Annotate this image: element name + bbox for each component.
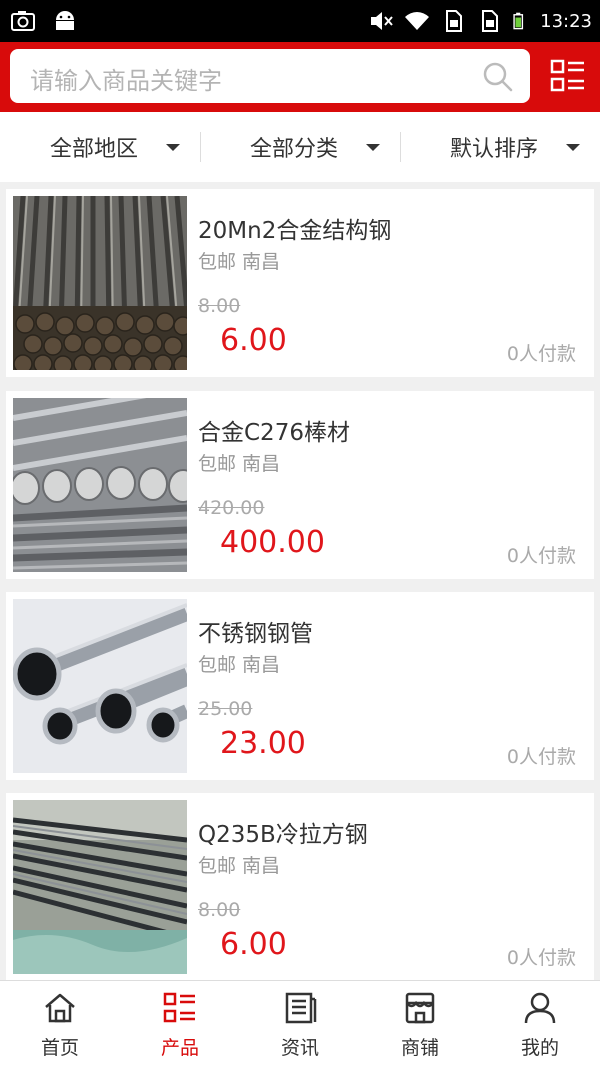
product-paid-count: 0人付款 [506, 343, 576, 365]
category-menu-icon[interactable] [550, 58, 586, 94]
filter-sort[interactable]: 默认排序 [450, 112, 581, 182]
nav-shop[interactable]: 商铺 [360, 981, 480, 1067]
search-icon[interactable] [482, 61, 514, 93]
product-shipping: 包邮 南昌 [198, 453, 281, 475]
filter-bar: 全部地区 全部分类 默认排序 [0, 112, 600, 182]
product-shipping: 包邮 南昌 [198, 251, 281, 273]
product-price: 400.00 [220, 525, 325, 560]
status-bar: 13:23 [0, 0, 600, 42]
product-grid-icon [163, 992, 195, 1023]
nav-products-label: 产品 [160, 1037, 199, 1059]
product-paid-count: 0人付款 [506, 947, 576, 969]
product-price: 23.00 [220, 726, 306, 761]
product-image[interactable] [13, 599, 187, 773]
chevron-down-icon [566, 143, 581, 151]
filter-category-label: 全部分类 [250, 137, 339, 162]
home-icon [45, 993, 75, 1023]
nav-products[interactable]: 产品 [120, 981, 240, 1067]
status-time: 13:23 [540, 10, 592, 32]
shop-icon [405, 992, 435, 1024]
product-card[interactable]: 不锈钢钢管 包邮 南昌 25.00 23.00 0人付款 [6, 592, 594, 780]
user-icon [524, 992, 556, 1024]
nav-mine-label: 我的 [520, 1037, 559, 1059]
nav-news[interactable]: 资讯 [240, 981, 360, 1067]
header-bar: 请输入商品关键字 [0, 42, 600, 112]
nav-mine[interactable]: 我的 [480, 981, 600, 1067]
product-card[interactable]: Q235B冷拉方钢 包邮 南昌 8.00 6.00 0人付款 [6, 793, 594, 981]
nav-news-label: 资讯 [280, 1037, 319, 1059]
filter-sort-label: 默认排序 [450, 137, 539, 162]
product-shipping: 包邮 南昌 [198, 654, 281, 676]
search-placeholder: 请输入商品关键字 [30, 67, 222, 95]
mute-icon [371, 12, 393, 30]
product-title[interactable]: 20Mn2合金结构钢 [198, 211, 391, 245]
news-icon [285, 992, 317, 1024]
nav-home[interactable]: 首页 [0, 981, 120, 1067]
bottom-nav: 首页 产品 资讯 商铺 我的 [0, 980, 600, 1067]
wifi-icon [405, 12, 430, 31]
product-paid-count: 0人付款 [506, 746, 576, 768]
filter-divider [400, 132, 401, 162]
sim2-icon [482, 10, 499, 32]
nav-shop-label: 商铺 [400, 1037, 439, 1059]
filter-region[interactable]: 全部地区 [50, 112, 181, 182]
product-price: 6.00 [220, 323, 287, 358]
sim1-icon [446, 10, 463, 32]
product-card[interactable]: 合金C276棒材 包邮 南昌 420.00 400.00 0人付款 [6, 391, 594, 579]
filter-region-label: 全部地区 [50, 137, 139, 162]
product-old-price: 8.00 [198, 295, 241, 317]
product-image[interactable] [13, 196, 187, 370]
product-image[interactable] [13, 398, 187, 572]
product-title[interactable]: 合金C276棒材 [198, 413, 350, 447]
product-shipping: 包邮 南昌 [198, 855, 281, 877]
screenshot-icon [11, 11, 35, 31]
filter-category[interactable]: 全部分类 [250, 112, 381, 182]
nav-home-label: 首页 [40, 1037, 79, 1059]
product-old-price: 25.00 [198, 698, 253, 720]
search-input[interactable]: 请输入商品关键字 [10, 49, 530, 103]
product-old-price: 420.00 [198, 497, 265, 519]
product-title[interactable]: Q235B冷拉方钢 [198, 815, 368, 849]
chevron-down-icon [366, 143, 381, 151]
battery-icon [513, 12, 524, 30]
product-image[interactable] [13, 800, 187, 974]
chevron-down-icon [166, 143, 181, 151]
product-card[interactable]: 20Mn2合金结构钢 包邮 南昌 8.00 6.00 0人付款 [6, 189, 594, 377]
product-price: 6.00 [220, 927, 287, 962]
product-title[interactable]: 不锈钢钢管 [198, 614, 313, 648]
filter-divider [200, 132, 201, 162]
product-paid-count: 0人付款 [506, 545, 576, 567]
android-icon [56, 11, 74, 30]
product-old-price: 8.00 [198, 899, 241, 921]
